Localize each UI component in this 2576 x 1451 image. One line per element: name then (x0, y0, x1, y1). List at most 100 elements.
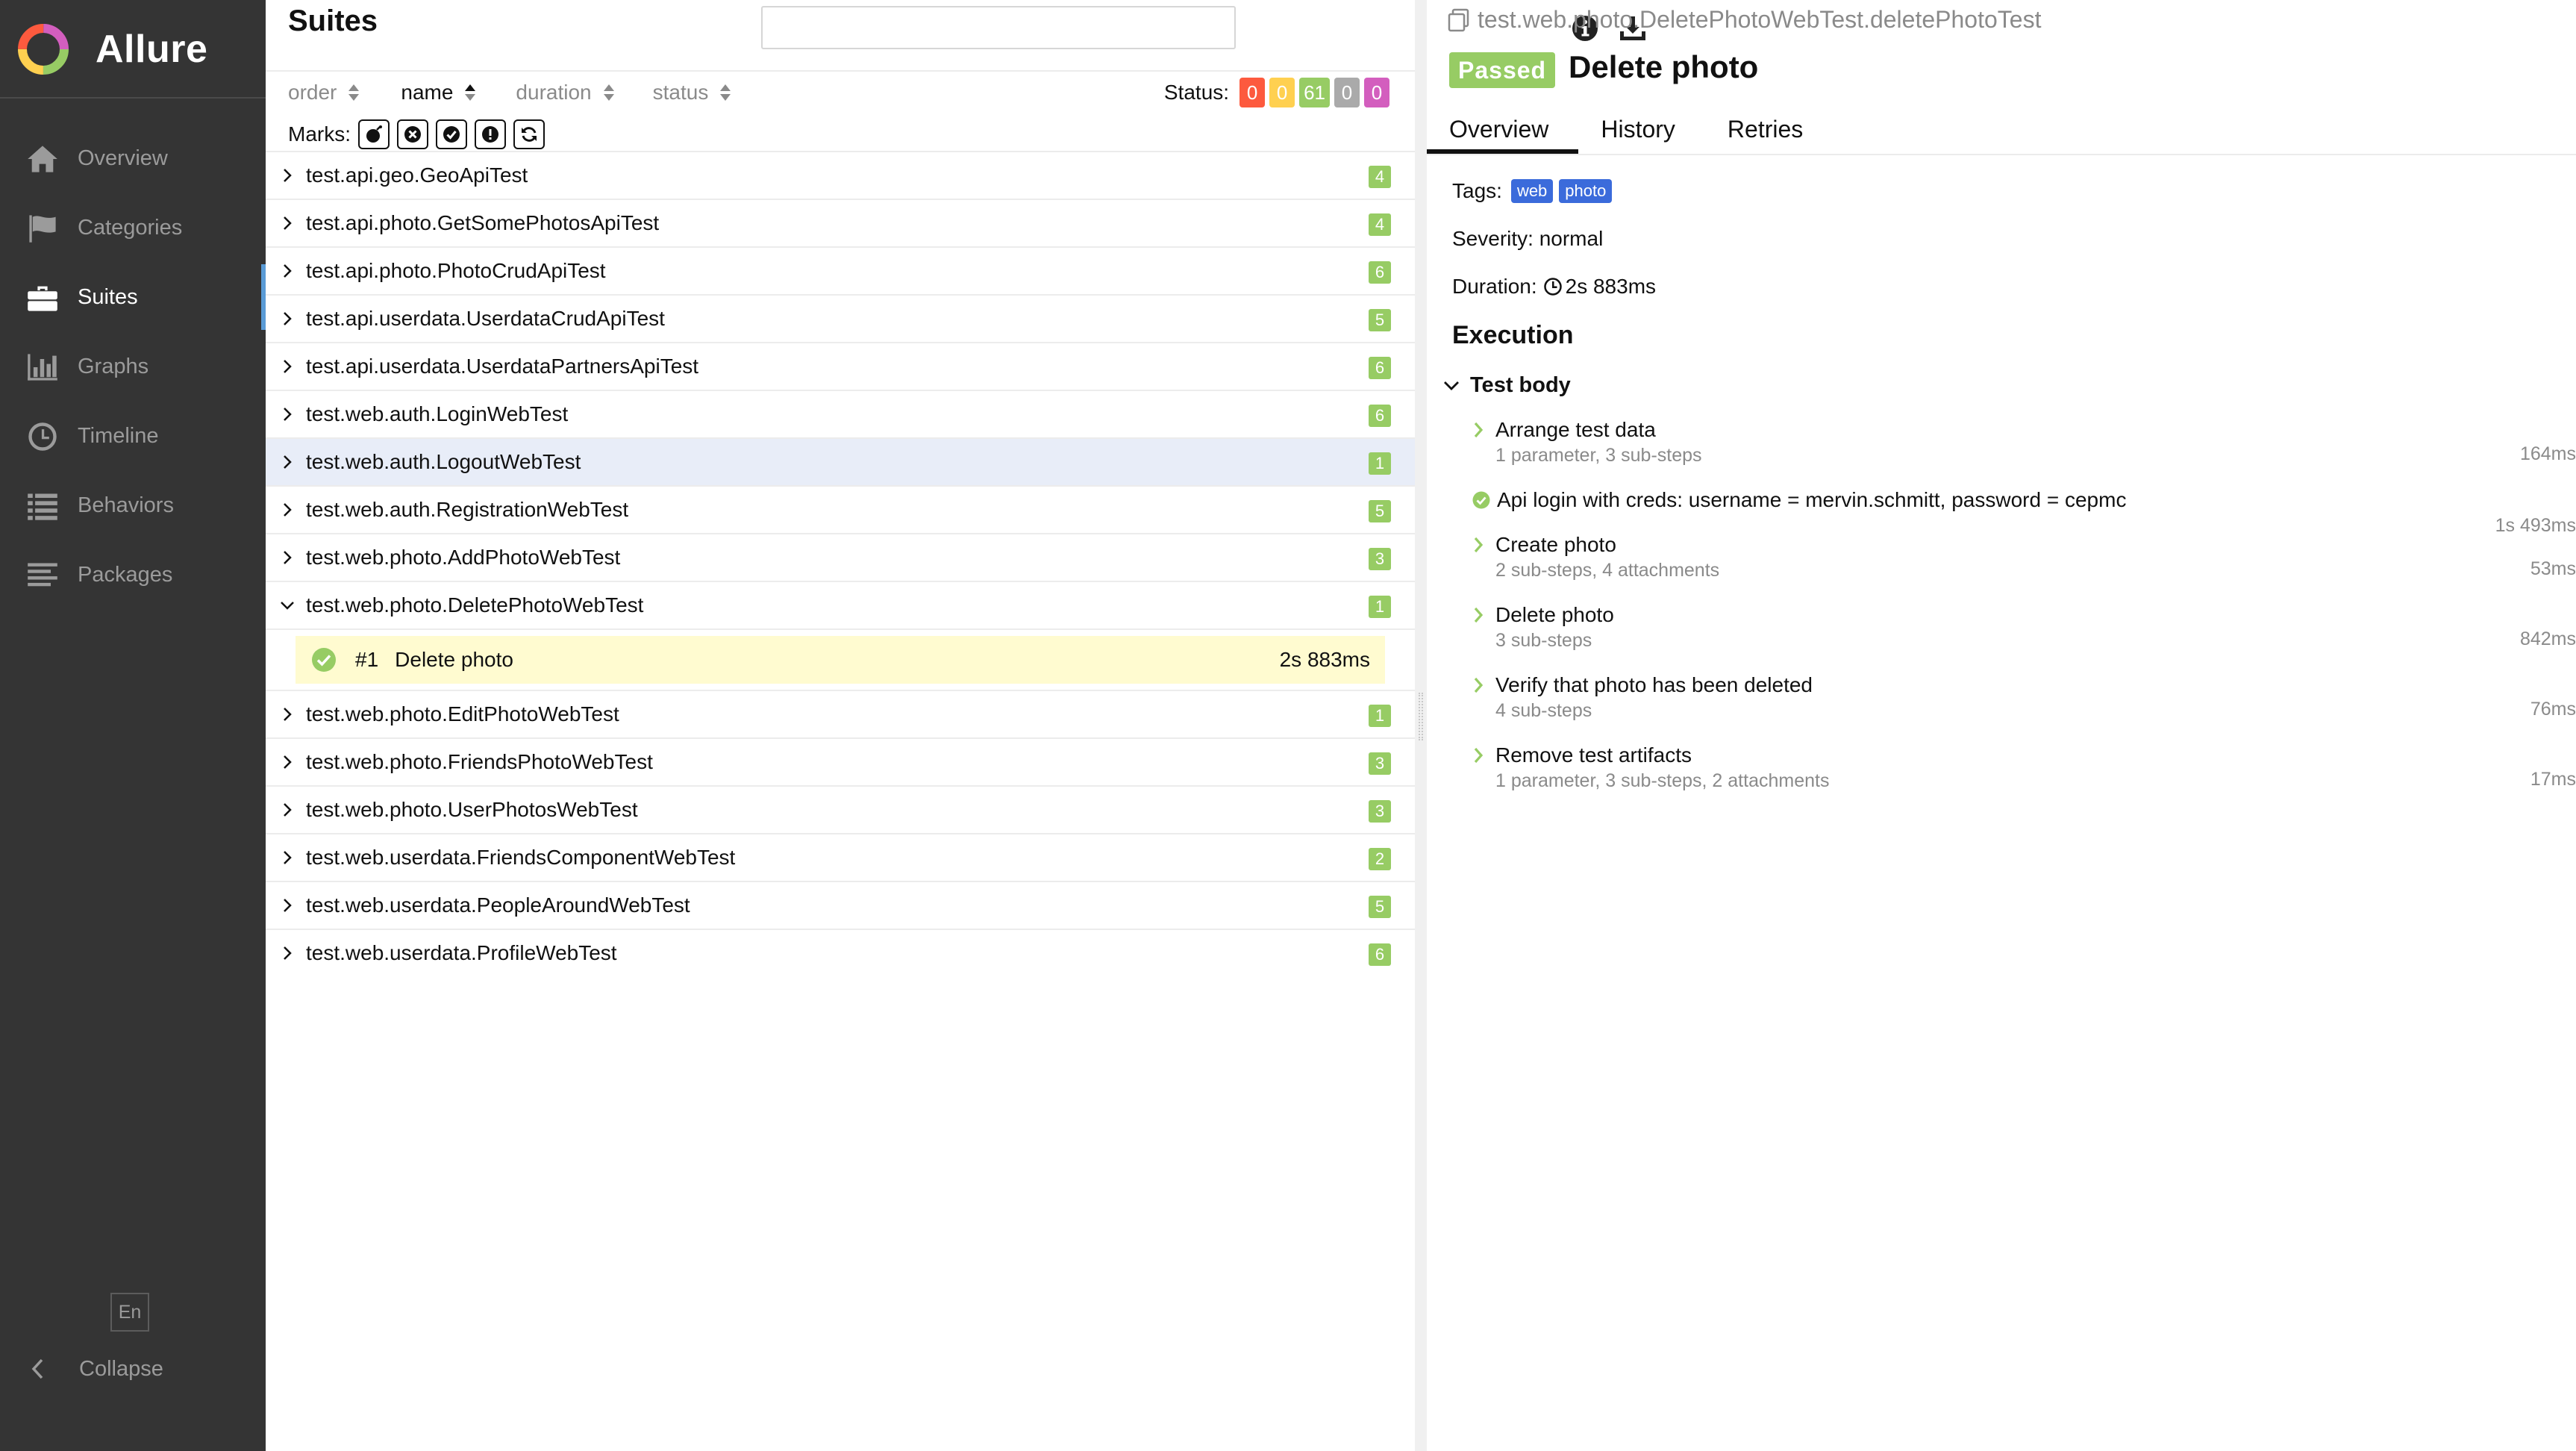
chevron-right-icon (279, 405, 296, 424)
status-unknown-toggle[interactable]: 0 (1364, 78, 1389, 107)
suite-row[interactable]: test.web.userdata.ProfileWebTest 6 (266, 929, 1415, 976)
suite-row[interactable]: test.web.photo.AddPhotoWebTest 3 (266, 533, 1415, 581)
chevron-right-icon (1474, 607, 1484, 623)
chevron-right-icon (279, 357, 296, 376)
passed-count-badge: 3 (1369, 752, 1391, 775)
suite-row[interactable]: test.web.auth.LoginWebTest 6 (266, 390, 1415, 437)
suite-row[interactable]: test.api.userdata.UserdataCrudApiTest 5 (266, 294, 1415, 342)
suite-row[interactable]: test.web.userdata.FriendsComponentWebTes… (266, 833, 1415, 881)
home-icon (24, 143, 61, 175)
step-row[interactable]: Create photo 2 sub-steps, 4 attachments … (1472, 533, 2576, 581)
retries-icon (522, 127, 537, 142)
step-name: Create photo (1495, 533, 1616, 556)
step-row[interactable]: Verify that photo has been deleted 4 sub… (1472, 673, 2576, 722)
language-button[interactable]: En (110, 1293, 149, 1332)
passed-count-badge: 5 (1369, 500, 1391, 522)
passed-count-badge: 6 (1369, 943, 1391, 966)
suite-row[interactable]: test.web.photo.FriendsPhotoWebTest 3 (266, 737, 1415, 785)
suite-name: test.api.userdata.UserdataCrudApiTest (306, 307, 665, 330)
tab-retries[interactable]: Retries (1705, 104, 1833, 154)
nav-item-categories[interactable]: Categories (0, 193, 266, 263)
nav-item-overview[interactable]: Overview (0, 124, 266, 193)
chevron-right-icon (279, 800, 296, 820)
status-passed-toggle[interactable]: 61 (1299, 78, 1330, 107)
step-name: Api login with creds: username = mervin.… (1497, 488, 2127, 511)
tags-section: Tags: web photo (1452, 179, 1613, 203)
nav-item-behaviors[interactable]: Behaviors (0, 471, 266, 540)
nav-item-timeline[interactable]: Timeline (0, 402, 266, 471)
duration-section: Duration: 2s 883ms (1452, 275, 1656, 299)
suite-row[interactable]: test.web.photo.UserPhotosWebTest 3 (266, 785, 1415, 833)
passed-count-badge: 5 (1369, 896, 1391, 918)
chevron-right-icon (279, 752, 296, 772)
tag-chip[interactable]: photo (1559, 179, 1613, 203)
status-skipped-toggle[interactable]: 0 (1334, 78, 1360, 107)
status-broken-toggle[interactable]: 0 (1269, 78, 1295, 107)
suite-row[interactable]: test.web.userdata.PeopleAroundWebTest 5 (266, 881, 1415, 929)
bar-chart-icon (24, 351, 61, 384)
nav-item-suites[interactable]: Suites (0, 263, 266, 332)
new-passed-mark-toggle[interactable] (436, 119, 467, 149)
tag-chip[interactable]: web (1510, 179, 1554, 203)
suite-row[interactable]: test.web.auth.RegistrationWebTest 5 (266, 485, 1415, 533)
step-name: Delete photo (1495, 603, 1614, 626)
chevron-right-icon (279, 452, 296, 472)
sort-by-status[interactable]: status (653, 81, 733, 104)
suite-row[interactable]: test.api.photo.GetSomePhotosApiTest 4 (266, 199, 1415, 246)
detail-tabs: Overview History Retries (1427, 104, 1833, 154)
tab-overview[interactable]: Overview (1427, 104, 1579, 154)
suite-row-expanded[interactable]: test.web.photo.DeletePhotoWebTest 1 (266, 581, 1415, 628)
collapse-button[interactable]: Collapse (30, 1352, 163, 1385)
search-input[interactable] (761, 6, 1236, 49)
drag-grip-icon (1419, 693, 1423, 740)
test-case-row[interactable]: #1 Delete photo 2s 883ms (296, 636, 1385, 684)
tab-history[interactable]: History (1578, 104, 1705, 154)
suite-row[interactable]: test.api.geo.GeoApiTest 4 (266, 151, 1415, 199)
step-row[interactable]: Delete photo 3 sub-steps 842ms (1472, 603, 2576, 652)
nav-item-label: Packages (78, 563, 173, 587)
test-body-label: Test body (1470, 373, 1571, 397)
step-row[interactable]: Remove test artifacts 1 parameter, 3 sub… (1472, 743, 2576, 792)
sidebar: Allure Overview Categories Suites Graphs… (0, 0, 266, 1451)
step-duration: 53ms (2530, 558, 2576, 579)
suite-row[interactable]: test.api.photo.PhotoCrudApiTest 6 (266, 246, 1415, 294)
pane-resize-handle[interactable] (1415, 0, 1427, 1451)
suite-name: test.api.geo.GeoApiTest (306, 163, 528, 187)
status-filter-label: Status: (1163, 81, 1230, 104)
sort-by-name[interactable]: name (401, 81, 477, 104)
brand-logo[interactable]: Allure (16, 21, 207, 78)
suite-row[interactable]: test.web.photo.EditPhotoWebTest 1 (266, 690, 1415, 737)
passed-count-badge: 4 (1369, 213, 1391, 236)
suite-name: test.api.photo.GetSomePhotosApiTest (306, 211, 660, 234)
test-full-name-text: test.web.photo.DeletePhotoWebTest.delete… (1478, 6, 2042, 33)
page-title: Suites (288, 4, 378, 37)
step-row[interactable]: Arrange test data 1 parameter, 3 sub-ste… (1472, 418, 2576, 466)
test-body-toggle[interactable]: Test body (1442, 373, 1571, 398)
sorter-label: status (652, 81, 709, 104)
nav-item-packages[interactable]: Packages (0, 540, 266, 610)
step-row[interactable]: Api login with creds: username = mervin.… (1472, 488, 2576, 536)
chevron-right-icon (1474, 537, 1484, 553)
marks-label: Marks: (288, 122, 351, 146)
new-broken-mark-toggle[interactable] (475, 119, 506, 149)
list-icon (24, 490, 61, 522)
suite-row[interactable]: test.api.userdata.UserdataPartnersApiTes… (266, 342, 1415, 390)
passed-count-badge: 1 (1369, 452, 1391, 475)
passed-count-badge: 4 (1369, 166, 1391, 188)
sort-by-order[interactable]: order (288, 81, 360, 104)
test-full-name[interactable]: test.web.photo.DeletePhotoWebTest.delete… (1446, 6, 2041, 34)
duration-label: Duration: (1452, 275, 1537, 298)
chevron-right-icon (279, 309, 296, 328)
flaky-mark-toggle[interactable] (358, 119, 390, 149)
sorter-label: order (288, 81, 337, 104)
passed-count-badge: 1 (1369, 596, 1391, 618)
sort-by-duration[interactable]: duration (516, 81, 615, 104)
suite-row[interactable]: test.web.auth.LogoutWebTest 1 (266, 437, 1415, 485)
suite-name: test.web.photo.DeletePhotoWebTest (306, 593, 644, 617)
status-failed-toggle[interactable]: 0 (1239, 78, 1266, 107)
new-failed-mark-toggle[interactable] (397, 119, 428, 149)
retries-mark-toggle[interactable] (513, 119, 545, 149)
passed-count-badge: 5 (1369, 309, 1391, 331)
sorter-label: duration (516, 81, 592, 104)
nav-item-graphs[interactable]: Graphs (0, 332, 266, 402)
